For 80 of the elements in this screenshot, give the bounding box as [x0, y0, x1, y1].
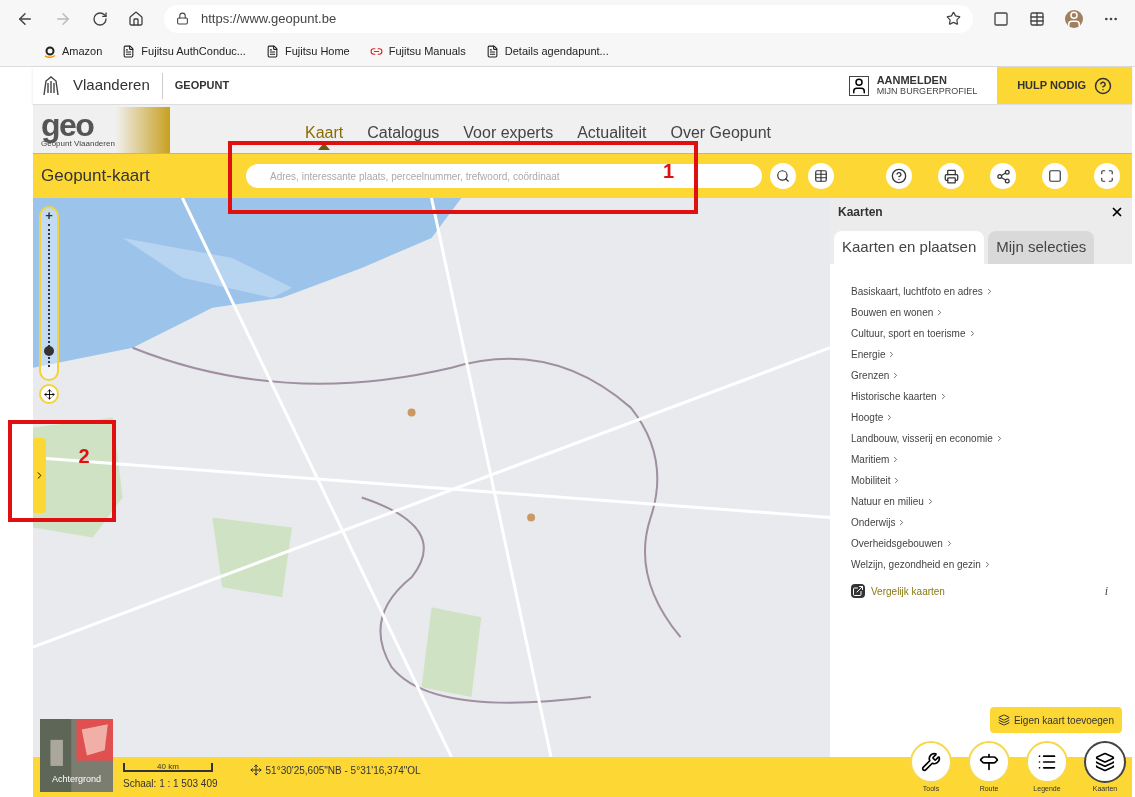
smile-logo-icon	[44, 45, 56, 58]
close-icon[interactable]	[1110, 205, 1124, 219]
page-icon	[265, 45, 279, 58]
page-title: Geopunt-kaart	[41, 165, 151, 188]
category-link[interactable]: Historische kaarten	[851, 389, 1132, 404]
bookmark-link[interactable]: Amazon	[62, 43, 103, 60]
add-map-button[interactable]: Eigen kaart toevoegen	[989, 707, 1122, 733]
lion-icon	[41, 74, 61, 97]
nav-tab[interactable]: Kaart	[305, 123, 344, 143]
crosshair-icon	[249, 764, 262, 776]
bookmark-link[interactable]: Fujitsu Home	[284, 43, 350, 60]
search-button[interactable]	[770, 163, 796, 189]
panel-tab[interactable]: Kaarten en plaatsen	[834, 231, 985, 264]
layers-icon	[997, 714, 1010, 726]
section-text[interactable]: GEOPUNT	[174, 77, 230, 94]
category-link[interactable]: Hoogte	[851, 410, 1132, 425]
category-link[interactable]: Grenzen	[851, 368, 1132, 383]
home-icon[interactable]	[128, 10, 144, 27]
reload-icon[interactable]	[92, 10, 108, 27]
signpost-icon	[979, 752, 999, 772]
compare-icon	[851, 584, 865, 598]
url-text: https://www.geopunt.be	[201, 9, 337, 28]
help-icon	[1094, 76, 1112, 95]
layers-icon	[1095, 752, 1115, 772]
fullscreen-button[interactable]	[1094, 163, 1120, 189]
share-icon	[995, 168, 1011, 184]
category-link[interactable]: Maritiem	[851, 452, 1132, 467]
wrench-icon	[921, 752, 941, 772]
search-icon	[776, 169, 790, 183]
print-button[interactable]	[938, 163, 964, 189]
category-link[interactable]: Energie	[851, 347, 1132, 362]
coordinates-text: 51°30'25,605"NB - 5°31'16,374"OL	[265, 763, 421, 778]
table-button[interactable]	[808, 163, 834, 189]
panel-title: Kaarten	[838, 204, 883, 221]
help-button[interactable]: HULP NODIG	[997, 67, 1132, 104]
annotation-number: 1	[662, 161, 674, 181]
nav-tab[interactable]: Voor experts	[463, 123, 554, 143]
compare-link[interactable]: Vergelijk kaarten	[871, 583, 1105, 599]
link-icon	[369, 45, 383, 58]
page-icon	[485, 45, 499, 58]
background-label: Achtergrond	[51, 772, 102, 786]
extension-icon[interactable]	[993, 10, 1009, 27]
category-link[interactable]: Natuur en milieu	[851, 494, 1132, 509]
table-icon	[814, 169, 828, 183]
brand-text[interactable]: Vlaanderen	[73, 74, 150, 97]
category-link[interactable]: Mobiliteit	[851, 473, 1132, 488]
print-icon	[943, 168, 959, 184]
category-link[interactable]: Overheidsgebouwen	[851, 536, 1132, 551]
category-link[interactable]: Welzijn, gezondheid en gezin	[851, 557, 1132, 572]
login-link[interactable]: AANMELDEN	[876, 75, 978, 87]
profile-icon	[848, 75, 869, 96]
category-link[interactable]: Cultuur, sport en toerisme	[851, 326, 1132, 341]
fullscreen-icon	[1100, 169, 1114, 183]
help-icon	[891, 168, 907, 184]
frame-button[interactable]	[1042, 163, 1068, 189]
nav-tab[interactable]: Catalogus	[367, 123, 440, 143]
login-subtitle: MIJN BURGERPROFIEL	[876, 86, 978, 96]
bookmark-link[interactable]: Fujitsu AuthConduc...	[141, 43, 246, 60]
address-bar[interactable]: https://www.geopunt.be	[164, 4, 973, 33]
category-link[interactable]: Basiskaart, luchtfoto en adres	[851, 284, 1132, 299]
scale-text: Schaal: 1 : 1 503 409	[123, 777, 218, 791]
collections-icon[interactable]	[1029, 10, 1045, 27]
category-link[interactable]: Bouwen en wonen	[851, 305, 1132, 320]
nav-tab[interactable]: Actualiteit	[577, 123, 647, 143]
category-link[interactable]: Landbouw, visserij en economie	[851, 431, 1132, 446]
nav-tab[interactable]: Over Geopunt	[670, 123, 771, 143]
bookmark-link[interactable]: Fujitsu Manuals	[388, 43, 466, 60]
page-icon	[122, 45, 136, 58]
avatar-icon[interactable]	[1065, 9, 1083, 28]
panel-tab[interactable]: Mijn selecties	[988, 231, 1095, 264]
favorite-icon[interactable]	[946, 11, 961, 26]
category-link[interactable]: Onderwijs	[851, 515, 1132, 530]
list-icon	[1037, 752, 1057, 772]
bookmark-link[interactable]: Details agendapunt...	[504, 43, 609, 60]
share-button[interactable]	[990, 163, 1016, 189]
scale-bar: 40 km	[123, 763, 213, 772]
info-icon[interactable]: i	[1104, 582, 1108, 600]
frame-icon	[1048, 169, 1062, 183]
help-button[interactable]	[886, 163, 912, 189]
lock-icon	[176, 12, 189, 25]
